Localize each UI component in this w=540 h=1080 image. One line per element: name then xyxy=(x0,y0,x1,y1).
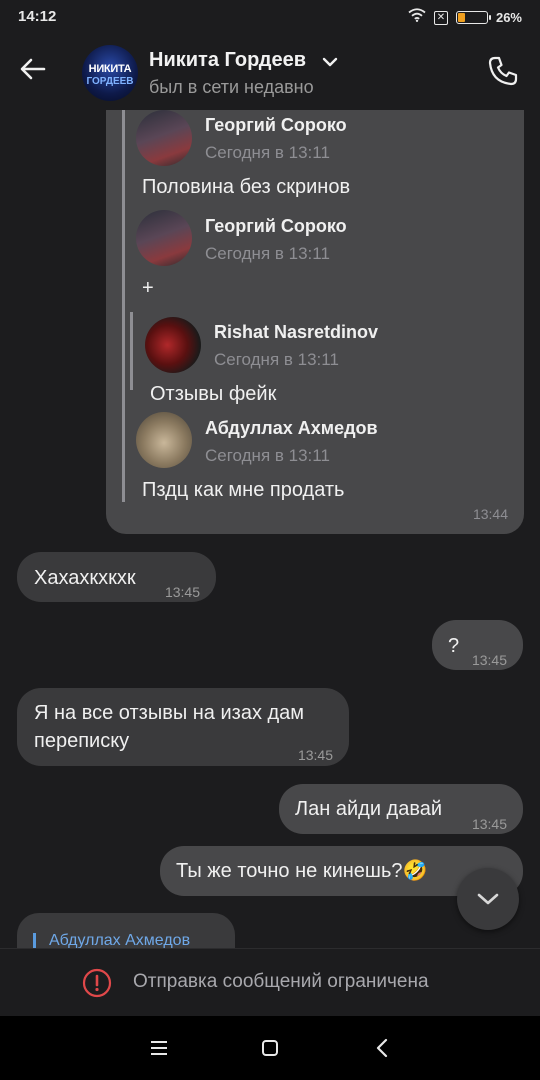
back-button[interactable] xyxy=(18,54,58,90)
avatar-text-top: НИКИТА xyxy=(88,63,132,75)
message-text: Ты же точно не кинешь?🤣 xyxy=(176,860,428,882)
avatar[interactable]: НИКИТА ГОРДЕЕВ xyxy=(82,45,138,101)
message-text-line: переписку xyxy=(34,730,130,752)
arrow-left-icon xyxy=(20,58,46,80)
battery-percent: 26% xyxy=(495,10,522,25)
forward-date: Сегодня в 13:11 xyxy=(205,446,330,465)
forward-author[interactable]: Абдуллах Ахмедов xyxy=(205,418,378,439)
avatar[interactable] xyxy=(136,210,192,266)
message-bubble-incoming[interactable]: Хахахкхкхк 13:45 xyxy=(17,552,216,602)
message-bubble-outgoing[interactable]: Лан айди давай 13:45 xyxy=(279,784,523,834)
no-sim-icon: ✕ xyxy=(433,10,448,25)
home-button[interactable] xyxy=(256,1034,284,1062)
menu-icon xyxy=(151,1041,167,1055)
contact-status: был в сети недавно xyxy=(149,77,314,97)
message-time: 13:45 xyxy=(297,747,333,763)
composer-restricted-banner: Отправка сообщений ограничена xyxy=(0,948,540,1016)
forward-author[interactable]: Георгий Сороко xyxy=(205,216,347,237)
message-text-line: Я на все отзывы на изах дам xyxy=(34,702,305,724)
call-button[interactable] xyxy=(486,54,520,88)
forward-text: + xyxy=(142,277,154,299)
reply-author[interactable]: Абдуллах Ахмедов xyxy=(49,932,190,948)
chevron-down-icon xyxy=(477,893,499,905)
chevron-left-icon xyxy=(376,1038,388,1058)
wifi-icon xyxy=(408,8,426,27)
nav-back-button[interactable] xyxy=(369,1034,397,1062)
forward-author[interactable]: Rishat Nasretdinov xyxy=(214,322,378,343)
message-time: 13:45 xyxy=(164,584,200,600)
nested-quote-bar xyxy=(130,312,133,390)
battery-icon xyxy=(455,11,491,24)
system-nav-bar xyxy=(0,1016,540,1080)
contact-name[interactable]: Никита Гордеев xyxy=(149,49,306,72)
quote-bar xyxy=(122,110,125,502)
status-time: 14:12 xyxy=(18,8,57,25)
avatar[interactable] xyxy=(136,110,192,166)
message-bubble-incoming[interactable]: Я на все отзывы на изах дам переписку 13… xyxy=(17,688,349,766)
avatar[interactable] xyxy=(136,412,192,468)
restricted-text: Отправка сообщений ограничена xyxy=(133,971,429,992)
warning-icon xyxy=(82,968,112,998)
recents-button[interactable] xyxy=(145,1034,173,1062)
forward-text: Отзывы фейк xyxy=(150,383,277,405)
message-text: Лан айди давай xyxy=(295,798,443,820)
message-time: 13:44 xyxy=(472,506,508,522)
status-bar: 14:12 ✕ 26% xyxy=(0,0,540,34)
forward-author[interactable]: Георгий Сороко xyxy=(205,115,347,136)
scroll-to-bottom-button[interactable] xyxy=(457,868,519,930)
message-text: ? xyxy=(448,635,460,657)
message-bubble-incoming[interactable]: Абдуллах Ахмедов xyxy=(17,913,235,948)
forwarded-messages-bubble[interactable]: Георгий Сороко Сегодня в 13:11 Половина … xyxy=(106,110,524,534)
message-time: 13:45 xyxy=(471,652,507,668)
home-square-icon xyxy=(262,1040,278,1056)
message-bubble-outgoing[interactable]: ? 13:45 xyxy=(432,620,523,670)
avatar[interactable] xyxy=(145,317,201,373)
message-list[interactable]: Георгий Сороко Сегодня в 13:11 Половина … xyxy=(0,110,540,948)
avatar-text-bottom: ГОРДЕЕВ xyxy=(86,76,134,87)
reply-quote-bar xyxy=(33,933,36,948)
chevron-down-icon[interactable] xyxy=(322,56,338,68)
chat-header: НИКИТА ГОРДЕЕВ Никита Гордеев был в сети… xyxy=(0,34,540,110)
battery-fill xyxy=(457,13,465,22)
message-text: Хахахкхкхк xyxy=(34,567,136,589)
status-icons: ✕ 26% xyxy=(408,8,522,27)
phone-icon xyxy=(488,56,518,86)
forward-text: Половина без скринов xyxy=(142,176,351,198)
forward-text: Пздц как мне продать xyxy=(142,479,345,501)
forward-date: Сегодня в 13:11 xyxy=(214,350,339,369)
message-time: 13:45 xyxy=(471,816,507,832)
forward-date: Сегодня в 13:11 xyxy=(205,143,330,162)
forward-date: Сегодня в 13:11 xyxy=(205,244,330,263)
